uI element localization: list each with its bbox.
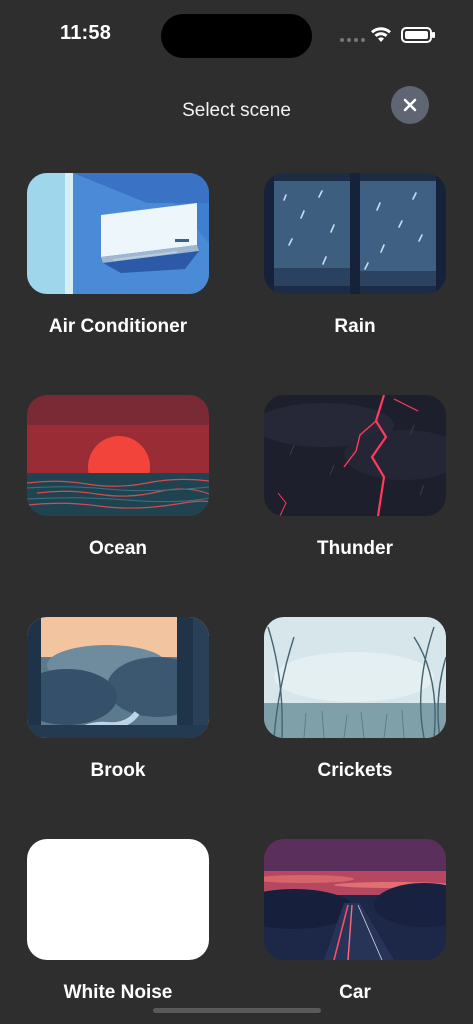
scene-card-white-noise[interactable]: White Noise <box>27 839 209 1004</box>
battery-icon <box>401 27 435 43</box>
scene-label: Thunder <box>317 538 393 559</box>
dynamic-island <box>161 14 312 58</box>
close-icon <box>403 98 417 112</box>
scene-card-ocean[interactable]: Ocean <box>27 395 209 560</box>
rain-image <box>264 173 446 294</box>
ocean-image <box>27 395 209 516</box>
white-noise-image <box>27 839 209 960</box>
brook-image <box>27 617 209 738</box>
scene-card-rain[interactable]: Rain <box>264 173 446 338</box>
scene-label: Car <box>339 982 371 1003</box>
car-image <box>264 839 446 960</box>
status-time: 11:58 <box>60 22 112 44</box>
home-indicator[interactable] <box>153 1008 321 1013</box>
scene-label: Crickets <box>317 760 393 781</box>
scene-card-brook[interactable]: Brook <box>27 617 209 782</box>
status-bar: 11:58 <box>0 0 473 70</box>
scene-card-air-conditioner[interactable]: Air Conditioner <box>27 173 209 338</box>
scene-card-thunder[interactable]: Thunder <box>264 395 446 560</box>
wifi-icon <box>370 26 392 48</box>
scene-label: Rain <box>334 316 376 337</box>
close-button[interactable] <box>391 86 429 124</box>
scene-label: White Noise <box>63 982 173 1003</box>
scene-label: Ocean <box>88 538 148 559</box>
thunder-image <box>264 395 446 516</box>
signal-dots-icon <box>340 38 365 42</box>
scene-label: Air Conditioner <box>48 316 188 337</box>
scene-label: Brook <box>90 760 146 781</box>
scene-card-car[interactable]: Car <box>264 839 446 1004</box>
scene-card-crickets[interactable]: Crickets <box>264 617 446 782</box>
air-conditioner-image <box>27 173 209 294</box>
crickets-image <box>264 617 446 738</box>
